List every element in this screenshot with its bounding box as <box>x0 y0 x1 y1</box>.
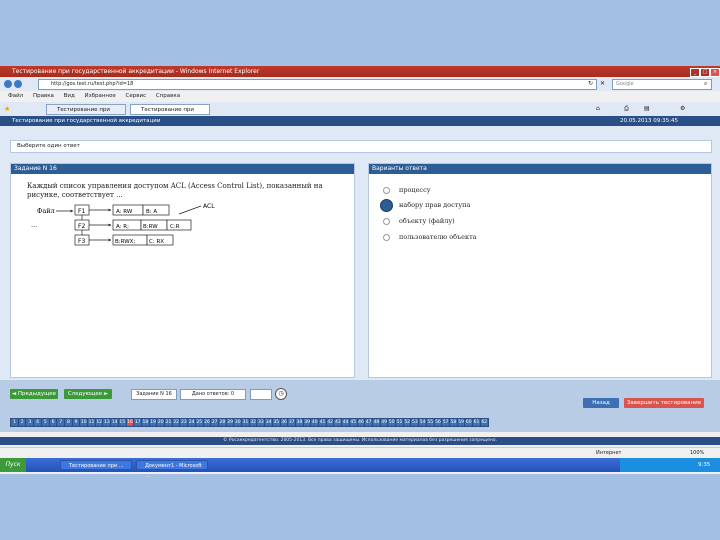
app-header: Тестирование при государственной аккреди… <box>0 116 720 126</box>
forward-icon[interactable] <box>14 80 22 88</box>
answer-label-4: пользователю объекта <box>399 233 477 241</box>
answers-header: Варианты ответа <box>369 164 711 174</box>
system-tray: 9:35 <box>620 458 720 472</box>
app-title: Тестирование при государственной аккреди… <box>12 118 161 124</box>
security-zone: Интернет <box>596 450 622 456</box>
app-datetime: 20.05.2013 09:35:45 <box>620 118 678 124</box>
file-label: Файл <box>37 207 55 215</box>
menu-tools[interactable]: Сервис <box>126 93 147 99</box>
search-icon[interactable]: ⌕ <box>704 80 707 88</box>
radio-icon[interactable] <box>383 187 390 194</box>
tab-strip: ★ Тестирование при гос... Тестирование п… <box>0 102 720 124</box>
taskbar: Пуск Тестирование при ... Документ1 - Mi… <box>0 458 720 479</box>
close-icon[interactable]: × <box>710 68 720 77</box>
finish-test-button[interactable]: Завершить тестирование <box>624 398 704 408</box>
zoom-level[interactable]: 100% <box>690 448 704 458</box>
footer: © Росаккредагентство. 2005-2013. Все пра… <box>0 437 720 445</box>
stop-icon[interactable]: ✕ <box>600 80 605 87</box>
menu-view[interactable]: Вид <box>64 93 75 99</box>
question-panel: Задание N 16 Каждый список управления до… <box>10 163 355 378</box>
tab-test-1[interactable]: Тестирование при гос... <box>46 104 126 124</box>
address-bar: http://gos.test.ru/test.php?id=18 ↻ ✕ Go… <box>0 77 720 91</box>
instruction-text: Выберите один ответ <box>17 143 80 149</box>
taskbar-ie-button[interactable]: Тестирование при ... <box>60 460 132 470</box>
acl-label: ACL <box>203 203 215 210</box>
acl-text-3-2: C: RX <box>149 239 164 245</box>
page-menu-icon[interactable]: ▤ <box>644 105 650 112</box>
back-icon[interactable] <box>4 80 12 88</box>
instruction-banner: Выберите один ответ <box>10 140 712 153</box>
back-button[interactable]: Назад <box>583 398 619 408</box>
footer-text: © Росаккредагентство. 2005-2013. Все пра… <box>222 438 498 443</box>
selected-radio-icon[interactable] <box>380 199 393 212</box>
home-icon[interactable]: ⌂ <box>596 105 600 112</box>
url-input[interactable]: http://gos.test.ru/test.php?id=18 <box>38 79 597 90</box>
maximize-icon[interactable]: □ <box>700 68 710 77</box>
clock-icon: ◷ <box>275 388 287 400</box>
window-title: Тестирование при государственной аккреди… <box>12 68 260 75</box>
answer-label-3: объекту (файлу) <box>399 217 455 225</box>
acl-text-2-3: C:R <box>170 224 180 230</box>
menu-edit[interactable]: Правка <box>33 93 54 99</box>
ellipsis: ... <box>31 221 37 229</box>
print-icon[interactable]: ⎙ <box>624 105 629 113</box>
radio-icon[interactable] <box>383 234 390 241</box>
file-f2-label: F2 <box>78 223 85 230</box>
menu-favorites[interactable]: Избранное <box>85 93 116 99</box>
timer-field <box>250 389 272 400</box>
search-input[interactable]: Google <box>612 79 712 90</box>
menu-help[interactable]: Справка <box>156 93 180 99</box>
menu-file[interactable]: Файл <box>8 93 23 99</box>
status-bar: Интернет 100% <box>0 447 720 458</box>
taskbar-word-button[interactable]: Документ1 - Microsoft ... <box>136 460 208 479</box>
acl-pointer-line <box>178 205 202 215</box>
favorites-star-icon[interactable]: ★ <box>4 105 10 113</box>
prev-button[interactable]: ◄ Предыдущее <box>10 389 58 399</box>
acl-diagram: Файл ... F1 F2 F3 A: RW B: A A: R; B:RW … <box>31 203 215 246</box>
menu-bar: Файл Правка Вид Избранное Сервис Справка <box>0 91 720 102</box>
acl-text-2-2: B:RW <box>143 224 158 230</box>
acl-text-3-1: B:RWX; <box>115 239 135 245</box>
refresh-icon[interactable]: ↻ <box>588 80 593 87</box>
tab-test-2[interactable]: Тестирование при госу... <box>130 104 210 124</box>
answered-counter: Дано ответов: 0 <box>180 389 246 400</box>
tools-menu-icon[interactable]: ⚙ <box>680 105 685 112</box>
answer-label-1: процессу <box>399 186 431 194</box>
file-f3-label: F3 <box>78 238 85 245</box>
question-number-grid: 1 2 3 4 5 6 7 8 9 10 11 12 13 14 15 16 17 18 19 20 21 22 23 24 2… <box>10 418 490 427</box>
start-button[interactable]: Пуск <box>0 458 26 472</box>
answer-label-2: набору прав доступа <box>399 201 471 209</box>
answers-panel: Варианты ответа процессу набору прав дос… <box>368 163 712 378</box>
acl-text-1-2: B: A <box>146 209 157 215</box>
question-number-button[interactable]: 62 <box>479 418 489 427</box>
clock: 9:35 <box>698 462 711 468</box>
acl-text-2-1: A: R; <box>116 224 129 230</box>
task-counter: Задание N 16 <box>131 389 177 400</box>
radio-icon[interactable] <box>383 218 390 225</box>
minimize-icon[interactable]: _ <box>690 68 700 77</box>
file-f1-label: F1 <box>78 208 85 215</box>
acl-text-1-1: A: RW <box>116 209 133 215</box>
window-titlebar: Тестирование при государственной аккреди… <box>0 66 720 77</box>
next-button[interactable]: Следующее ► <box>64 389 112 399</box>
